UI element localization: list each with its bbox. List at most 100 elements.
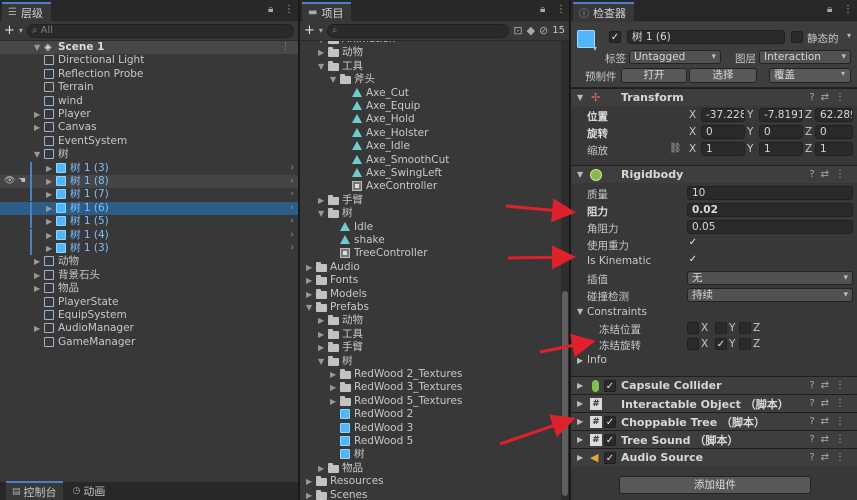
expand-arrow-icon[interactable]: ▶ (46, 229, 52, 242)
constraints-arrow-icon[interactable]: ▼ (577, 307, 583, 316)
expand-arrow-icon[interactable]: ▶ (577, 381, 583, 390)
expand-arrow-icon[interactable]: ▼ (318, 41, 324, 46)
hierarchy-item[interactable]: wind (0, 95, 298, 108)
component-header-icons[interactable]: ?⇄⋮ (809, 380, 851, 391)
expand-arrow-icon[interactable]: ▼ (318, 355, 324, 368)
tab-project[interactable]: ▬ 项目 (302, 2, 352, 21)
expand-arrow-icon[interactable]: ▶ (318, 341, 324, 354)
object-active-checkbox[interactable]: ✓ (609, 31, 621, 43)
position-x-field[interactable]: -37.228 (701, 108, 745, 122)
pos-y-label[interactable]: Y (747, 109, 753, 121)
project-item[interactable]: ▶ 动物 (300, 314, 569, 327)
expand-arrow-icon[interactable]: ▶ (306, 489, 312, 500)
use-gravity-checkbox[interactable]: ✓ (687, 237, 699, 249)
project-scrollbar[interactable] (561, 41, 569, 500)
collapse-arrow-icon[interactable]: ▼ (577, 93, 583, 102)
capsule-collider-enabled-checkbox[interactable]: ✓ (604, 380, 616, 392)
info-arrow-icon[interactable]: ▶ (577, 356, 583, 365)
chevron-right-icon[interactable]: › (290, 215, 294, 228)
interactable-object-header[interactable]: ▶ # Interactable Object （脚本） ?⇄⋮ (571, 394, 857, 412)
component-header-icons[interactable]: ?⇄⋮ (809, 169, 851, 180)
expand-arrow-icon[interactable]: ▶ (318, 462, 324, 475)
dropdown-arrow-icon[interactable]: ▾ (19, 26, 23, 35)
rigidbody-header[interactable]: ▼ Rigidbody ?⇄⋮ (571, 165, 857, 183)
project-item[interactable]: Axe_SmoothCut (300, 154, 569, 167)
tab-console[interactable]: ▤ 控制台 (6, 481, 63, 500)
project-item[interactable]: ▼ Prefabs (300, 301, 569, 314)
choppable-tree-header[interactable]: ▶ # ✓ Choppable Tree （脚本） ?⇄⋮ (571, 412, 857, 430)
scale-z-label[interactable]: Z (805, 143, 812, 155)
expand-arrow-icon[interactable]: ▶ (577, 417, 583, 426)
hierarchy-item[interactable]: ▶ Player (0, 108, 298, 121)
tag-dropdown[interactable]: Untagged (629, 50, 721, 64)
project-item[interactable]: ▼ 树 (300, 207, 569, 220)
prefab-select-button[interactable]: 选择 (689, 68, 757, 83)
tree-sound-enabled-checkbox[interactable]: ✓ (604, 434, 616, 446)
project-item[interactable]: ▶ Models (300, 288, 569, 301)
static-checkbox[interactable] (791, 31, 803, 43)
expand-arrow-icon[interactable]: ▶ (34, 255, 40, 268)
project-item[interactable]: RedWood 2 (300, 408, 569, 421)
expand-arrow-icon[interactable]: ▶ (46, 175, 52, 188)
hierarchy-item[interactable]: 👁︎ ☚ ▶ 树 1 (8) › (0, 175, 298, 188)
project-item[interactable]: RedWood 5 (300, 435, 569, 448)
kebab-menu-icon[interactable]: ⋮ (281, 41, 290, 54)
expand-arrow-icon[interactable]: ▼ (34, 41, 40, 54)
project-item[interactable]: ▼Animation (300, 41, 569, 46)
freeze-pos-x-checkbox[interactable] (687, 322, 699, 334)
project-item[interactable]: ▼ 树 (300, 355, 569, 368)
component-header-icons[interactable]: ?⇄⋮ (809, 434, 851, 445)
hierarchy-item[interactable]: Terrain (0, 81, 298, 94)
project-item[interactable]: Axe_SwingLeft (300, 167, 569, 180)
hierarchy-item[interactable]: ▼ 树 (0, 148, 298, 161)
audio-source-header[interactable]: ▶ ◀ ✓ Audio Source ?⇄⋮ (571, 448, 857, 466)
hierarchy-item[interactable]: ▶ 树 1 (5) › (0, 215, 298, 229)
hierarchy-item[interactable]: ▶ 动物 (0, 255, 298, 268)
static-dropdown-icon[interactable]: ▾ (847, 31, 851, 40)
expand-arrow-icon[interactable]: ▼ (318, 60, 324, 73)
project-item[interactable]: ▶ Resources (300, 475, 569, 488)
expand-arrow-icon[interactable]: ▶ (318, 328, 324, 341)
constrain-proportions-icon[interactable]: ⛓ (669, 143, 682, 154)
hidden-packages-icon[interactable]: ⊘ (539, 24, 548, 37)
freeze-rot-x-checkbox[interactable] (687, 338, 699, 350)
freeze-pos-y-checkbox[interactable] (715, 322, 727, 334)
expand-arrow-icon[interactable]: ▼ (318, 207, 324, 220)
component-header-icons[interactable]: ?⇄⋮ (809, 452, 851, 463)
hierarchy-item[interactable]: ▶ 背景石头 (0, 269, 298, 282)
hierarchy-item[interactable]: EventSystem (0, 135, 298, 148)
interpolate-dropdown[interactable]: 无 (687, 271, 853, 285)
dropdown-arrow-icon[interactable]: ▾ (319, 26, 323, 35)
prefab-overrides-button[interactable]: 覆盖 (769, 68, 851, 83)
prefab-open-button[interactable]: 打开 (621, 68, 687, 83)
transform-header[interactable]: ▼ ✢ Transform ?⇄⋮ (571, 88, 857, 106)
project-item[interactable]: ▶ 手臂 (300, 194, 569, 207)
project-item[interactable]: ▶ 动物 (300, 46, 569, 59)
project-item[interactable]: ▶ RedWood 2_Textures (300, 368, 569, 381)
layer-dropdown[interactable]: Interaction (759, 50, 851, 64)
chevron-right-icon[interactable]: › (290, 242, 294, 255)
search-by-type-icon[interactable]: ⊡ (513, 24, 522, 37)
expand-arrow-icon[interactable]: ▶ (46, 162, 52, 175)
project-item[interactable]: Axe_Idle (300, 140, 569, 153)
expand-arrow-icon[interactable]: ▶ (330, 368, 336, 381)
hierarchy-item[interactable]: Reflection Probe (0, 68, 298, 81)
expand-arrow-icon[interactable]: ▶ (34, 322, 40, 335)
chevron-right-icon[interactable]: › (290, 162, 294, 175)
hierarchy-item[interactable]: ▶ 树 1 (3) › (0, 161, 298, 175)
add-button[interactable]: + (304, 23, 315, 38)
project-item[interactable]: TreeController (300, 247, 569, 260)
project-item[interactable]: Idle (300, 221, 569, 234)
scale-x-field[interactable]: 1 (701, 142, 745, 156)
project-item[interactable]: ▶ 工具 (300, 328, 569, 341)
scene-row[interactable]: ▼ ◈ Scene 1 ⋮ (0, 41, 298, 54)
add-component-button[interactable]: 添加组件 (619, 476, 811, 494)
audio-source-enabled-checkbox[interactable]: ✓ (604, 452, 616, 464)
lock-icon[interactable]: 🔒︎ (827, 4, 832, 15)
mass-field[interactable]: 10 (687, 186, 853, 200)
project-item[interactable]: ▶ RedWood 3_Textures (300, 381, 569, 394)
component-header-icons[interactable]: ?⇄⋮ (809, 398, 851, 409)
hierarchy-item[interactable]: Directional Light (0, 54, 298, 67)
constraints-label[interactable]: Constraints (587, 306, 647, 318)
pick-hand-icon[interactable]: ☚ (18, 175, 26, 188)
